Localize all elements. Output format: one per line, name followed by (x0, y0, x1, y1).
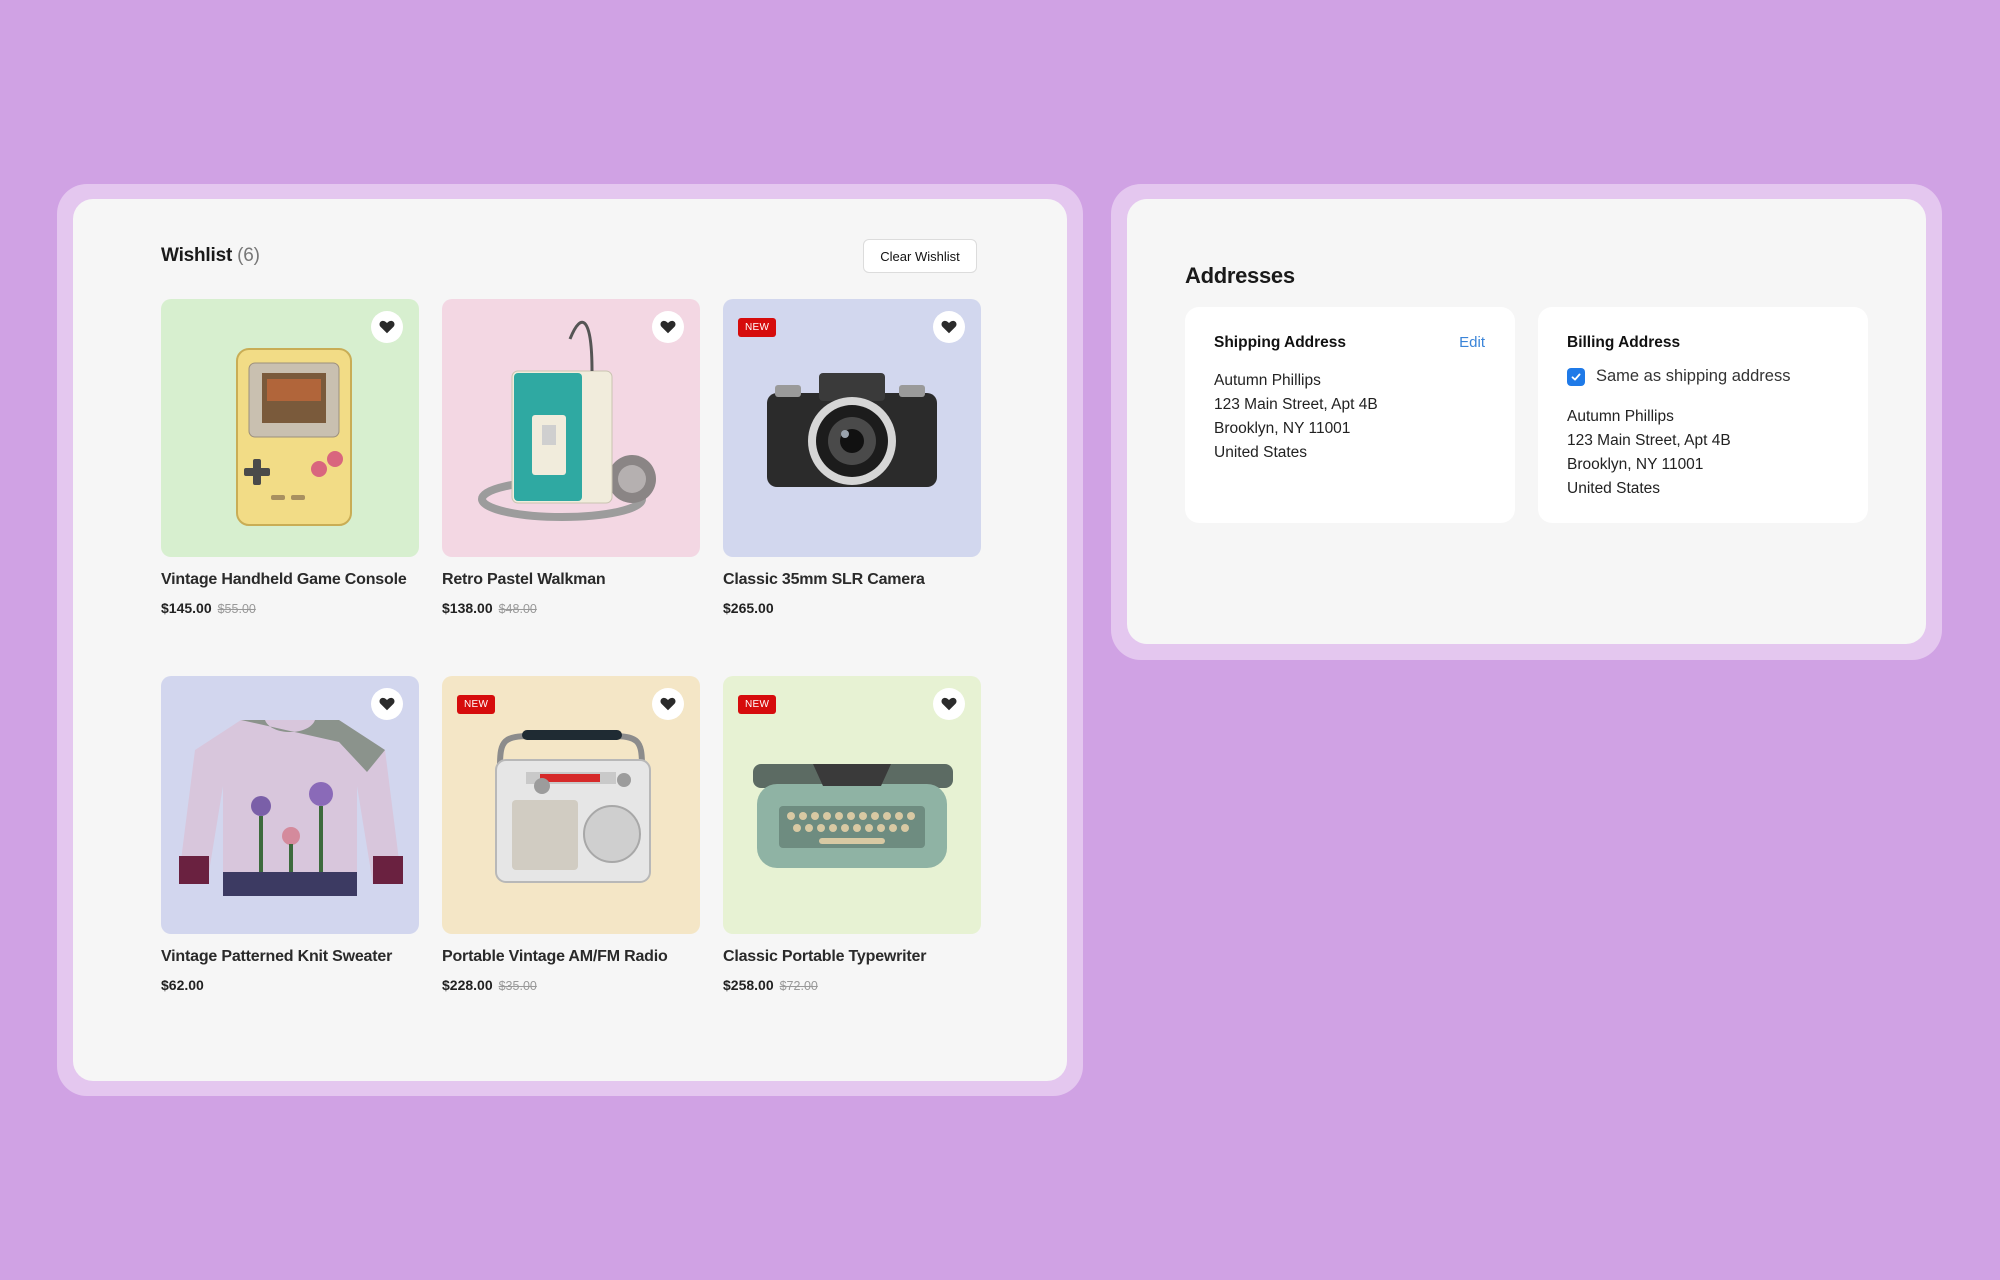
wishlist-panel: Wishlist (6) Clear Wishlist Vintage Hand… (73, 199, 1067, 1081)
product-old-price: $55.00 (217, 602, 256, 616)
shipping-address-line: United States (1214, 444, 1308, 461)
wishlist-card[interactable]: NEW Portable Vintage AM/FM Radio $228.00 $3… (442, 676, 700, 993)
product-name[interactable]: Retro Pastel Walkman (442, 571, 700, 589)
product-prices: $62.00 (161, 977, 419, 993)
shipping-address-line: 123 Main Street, Apt 4B (1214, 396, 1378, 413)
shipping-address-line: Autumn Phillips (1214, 372, 1321, 389)
billing-address-heading: Billing Address (1567, 334, 1681, 351)
wishlist-heart-button[interactable] (652, 688, 684, 720)
product-image[interactable]: NEW (442, 676, 700, 934)
heart-icon (660, 697, 676, 711)
product-image[interactable]: NEW (723, 676, 981, 934)
billing-address-card: Billing Address Same as shipping address… (1538, 307, 1868, 523)
wishlist-card[interactable]: NEW Classic Portable Typewriter $258.00 $72… (723, 676, 981, 993)
heart-icon (941, 697, 957, 711)
product-name[interactable]: Vintage Handheld Game Console (161, 571, 419, 589)
wishlist-card[interactable]: Vintage Patterned Knit Sweater $62.00 (161, 676, 419, 993)
wishlist-title: Wishlist (6) (161, 245, 260, 267)
new-badge: NEW (738, 318, 777, 337)
product-old-price: $72.00 (779, 979, 818, 993)
wishlist-card[interactable]: Retro Pastel Walkman $138.00 $48.00 (442, 299, 700, 616)
product-prices: $145.00 $55.00 (161, 600, 419, 616)
product-old-price: $35.00 (498, 979, 537, 993)
wishlist-title-label: Wishlist (161, 245, 233, 266)
product-prices: $138.00 $48.00 (442, 600, 700, 616)
product-prices: $258.00 $72.00 (723, 977, 981, 993)
shipping-address-line: Brooklyn, NY 11001 (1214, 420, 1351, 437)
wishlist-heart-button[interactable] (371, 311, 403, 343)
billing-address-line: United States (1567, 480, 1661, 497)
product-prices: $265.00 (723, 600, 981, 616)
product-price: $258.00 (723, 977, 774, 993)
billing-address-line: Brooklyn, NY 11001 (1567, 456, 1704, 473)
shipping-address-card: Shipping Address Edit Autumn Phillips 12… (1185, 307, 1515, 523)
product-old-price: $48.00 (498, 602, 537, 616)
wishlist-heart-button[interactable] (371, 688, 403, 720)
shipping-address-heading: Shipping Address (1214, 334, 1347, 351)
clear-wishlist-button[interactable]: Clear Wishlist (863, 239, 977, 273)
same-as-shipping-checkbox[interactable] (1567, 367, 1585, 386)
heart-icon (379, 697, 395, 711)
heart-icon (379, 320, 395, 334)
billing-address-line: Autumn Phillips (1567, 408, 1674, 425)
heart-icon (941, 320, 957, 334)
product-name[interactable]: Classic 35mm SLR Camera (723, 571, 981, 589)
shipping-address-lines: Autumn Phillips 123 Main Street, Apt 4B … (1214, 369, 1378, 465)
wishlist-heart-button[interactable] (652, 311, 684, 343)
product-price: $62.00 (161, 977, 204, 993)
billing-address-lines: Autumn Phillips 123 Main Street, Apt 4B … (1567, 405, 1731, 501)
product-price: $138.00 (442, 600, 493, 616)
product-name[interactable]: Classic Portable Typewriter (723, 948, 981, 966)
addresses-panel: Addresses Shipping Address Edit Autumn P… (1127, 199, 1926, 644)
product-name[interactable]: Vintage Patterned Knit Sweater (161, 948, 419, 966)
addresses-title: Addresses (1185, 263, 1295, 288)
product-image[interactable] (161, 676, 419, 934)
product-name[interactable]: Portable Vintage AM/FM Radio (442, 948, 700, 966)
new-badge: NEW (457, 695, 496, 714)
heart-icon (660, 320, 676, 334)
product-image[interactable] (161, 299, 419, 557)
product-price: $228.00 (442, 977, 493, 993)
product-image[interactable] (442, 299, 700, 557)
product-price: $145.00 (161, 600, 212, 616)
product-price: $265.00 (723, 600, 774, 616)
billing-address-line: 123 Main Street, Apt 4B (1567, 432, 1731, 449)
product-image[interactable]: NEW (723, 299, 981, 557)
check-icon (1571, 373, 1581, 380)
same-as-shipping-label: Same as shipping address (1596, 367, 1791, 385)
new-badge: NEW (738, 695, 777, 714)
same-as-shipping-option[interactable]: Same as shipping address (1567, 367, 1790, 386)
wishlist-heart-button[interactable] (933, 688, 965, 720)
wishlist-card[interactable]: Vintage Handheld Game Console $145.00 $55.… (161, 299, 419, 616)
product-prices: $228.00 $35.00 (442, 977, 700, 993)
edit-shipping-link[interactable]: Edit (1459, 334, 1485, 351)
wishlist-heart-button[interactable] (933, 311, 965, 343)
wishlist-card[interactable]: NEW Classic 35mm SLR Camera $265.00 (723, 299, 981, 616)
wishlist-count: (6) (237, 245, 260, 266)
